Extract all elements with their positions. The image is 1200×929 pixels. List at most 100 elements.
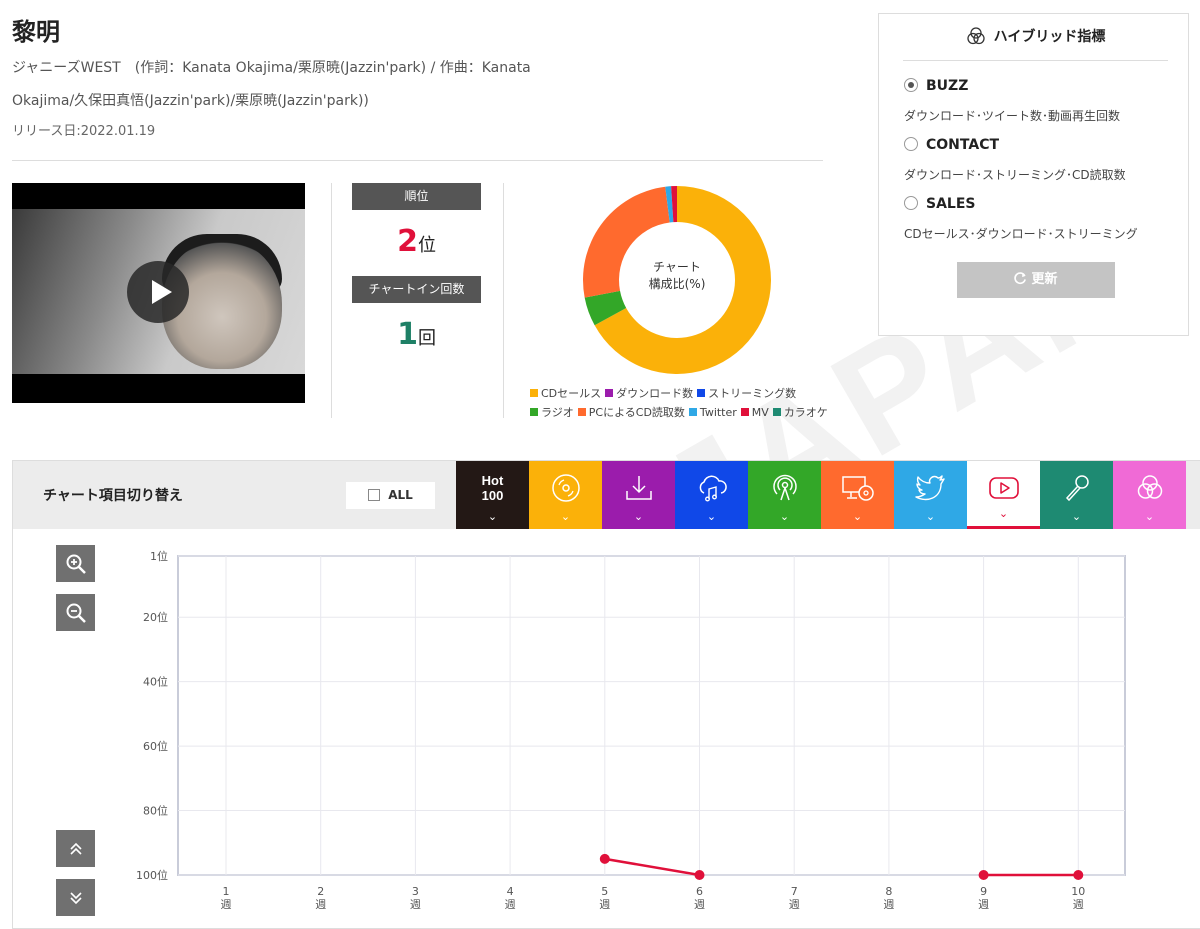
broadcast-icon (772, 474, 797, 501)
x-tick-unit: 週 (978, 898, 989, 911)
legend-label: ダウンロード数 (616, 387, 694, 400)
tab-download[interactable]: ⌄ (602, 461, 675, 529)
legend-label: CDセールス (541, 387, 602, 400)
legend-swatch (530, 408, 538, 416)
x-tick-label: 6 (696, 885, 703, 898)
legend-swatch (577, 408, 586, 416)
legend-item: カラオケ (772, 406, 828, 419)
refresh-button[interactable]: 更新 (957, 262, 1115, 298)
divider (12, 160, 823, 161)
x-tick-label: 4 (507, 885, 514, 898)
checkbox-icon[interactable] (368, 489, 381, 501)
x-tick-unit: 週 (315, 898, 326, 911)
radio-sales[interactable]: SALES (904, 196, 976, 212)
radio-contact[interactable]: CONTACT (904, 137, 999, 153)
x-tick-unit: 週 (221, 898, 232, 911)
data-point[interactable] (599, 853, 610, 864)
tab-hot100[interactable]: Hot 100 ⌄ (456, 461, 529, 529)
x-tick-label: 5 (601, 885, 608, 898)
legend-label: ラジオ (541, 406, 574, 419)
pc-cd-icon (841, 476, 874, 501)
hot100-text: Hot 100 (481, 473, 504, 503)
x-tick-label: 3 (412, 885, 419, 898)
chart-switch-title: チャート項目切り替え (43, 488, 183, 504)
tab-karaoke[interactable]: ⌄ (1040, 461, 1113, 529)
chartin-value: 1回 (397, 317, 436, 352)
tab-pc-cd-read[interactable]: ⌄ (821, 461, 894, 529)
data-point[interactable] (1073, 870, 1084, 880)
tab-cd-sales[interactable]: ⌄ (529, 461, 602, 529)
all-checkbox[interactable]: ALL (346, 482, 435, 509)
hybrid-circles-icon (966, 27, 985, 45)
x-tick-label: 1 (223, 885, 230, 898)
x-tick-unit: 週 (410, 898, 421, 911)
y-tick-label: 40位 (143, 675, 168, 689)
chevron-down-icon: ⌄ (1144, 510, 1155, 523)
legend-label: MV (751, 406, 769, 419)
legend-item: Twitter (688, 406, 737, 419)
radio-icon[interactable] (904, 196, 918, 210)
chartin-label: チャートイン回数 (352, 276, 481, 303)
chevron-down-icon: ⌄ (706, 510, 717, 523)
song-title: 黎明 (12, 18, 60, 46)
rank-line-chart: 1位20位40位60位80位100位1週2週3週4週5週6週7週8週9週10週 (136, 549, 1126, 911)
radio-icon[interactable] (904, 78, 918, 92)
donut-center-label: チャート 構成比(%) (648, 260, 706, 291)
x-tick-label: 8 (885, 885, 892, 898)
legend-swatch (772, 408, 781, 416)
composition-legend: CDセールス ダウンロード数 ストリーミング数ラジオ PCによるCD読取数 Twitte… (530, 384, 850, 422)
divider (331, 183, 332, 418)
x-tick-unit: 週 (789, 898, 800, 911)
chevron-down-icon: ⌄ (560, 510, 571, 523)
tab-hybrid[interactable]: ⌄ (1113, 461, 1186, 529)
microphone-icon (1065, 475, 1089, 502)
legend-item: CDセールス (530, 387, 601, 400)
legend-item: PCによるCD読取数 (577, 406, 685, 419)
legend-item: ダウンロード数 (605, 387, 693, 400)
radio-buzz[interactable]: BUZZ (904, 78, 968, 94)
x-tick-unit: 週 (883, 898, 894, 911)
legend-swatch (688, 408, 697, 416)
video-player[interactable] (12, 183, 305, 403)
y-tick-label: 20位 (143, 610, 168, 624)
y-tick-label: 80位 (143, 804, 168, 818)
plot-frame (177, 555, 1126, 876)
twitter-icon (914, 475, 945, 501)
legend-swatch (697, 389, 706, 397)
legend-swatch (530, 389, 538, 397)
y-tick-label: 1位 (150, 549, 168, 563)
tab-mv[interactable]: ⌄ (967, 461, 1040, 529)
x-tick-unit: 週 (599, 898, 610, 911)
hybrid-header: ハイブリッド指標 (903, 14, 1168, 61)
sales-desc: CDセールス･ダウンロード･ストリーミング (904, 227, 1138, 241)
legend-label: PCによるCD読取数 (588, 406, 685, 419)
y-tick-label: 100位 (136, 868, 168, 882)
x-tick-unit: 週 (1073, 898, 1084, 911)
buzz-desc: ダウンロード･ツイート数･動画再生回数 (904, 109, 1121, 123)
refresh-icon (1014, 272, 1027, 285)
chevron-down-icon: ⌄ (779, 510, 790, 523)
x-tick-unit: 週 (694, 898, 705, 911)
x-tick-unit: 週 (505, 898, 516, 911)
tab-twitter[interactable]: ⌄ (894, 461, 967, 529)
data-point[interactable] (694, 870, 705, 880)
legend-label: カラオケ (783, 406, 828, 419)
legend-item: ストリーミング数 (697, 387, 796, 400)
chevron-down-icon: ⌄ (852, 510, 863, 523)
divider (503, 183, 504, 418)
chevron-down-icon: ⌄ (998, 507, 1009, 520)
x-tick-label: 2 (317, 885, 324, 898)
x-tick-label: 9 (980, 885, 987, 898)
play-icon[interactable] (127, 261, 189, 323)
legend-swatch (605, 389, 614, 397)
radio-icon[interactable] (904, 137, 918, 151)
tab-streaming[interactable]: ⌄ (675, 461, 748, 529)
data-point[interactable] (978, 870, 989, 880)
rank-label: 順位 (352, 183, 481, 210)
tab-radio[interactable]: ⌄ (748, 461, 821, 529)
legend-label: ストリーミング数 (708, 387, 797, 400)
chart-tab-bar: チャート項目切り替え ALL Hot 100 ⌄ ⌄ ⌄ ⌄ ⌄ ⌄ ⌄ ⌄ ⌄… (13, 461, 1200, 529)
contact-desc: ダウンロード･ストリーミング･CD読取数 (904, 168, 1126, 182)
rank-value: 2位 (397, 224, 436, 259)
chevron-down-icon: ⌄ (487, 510, 498, 523)
